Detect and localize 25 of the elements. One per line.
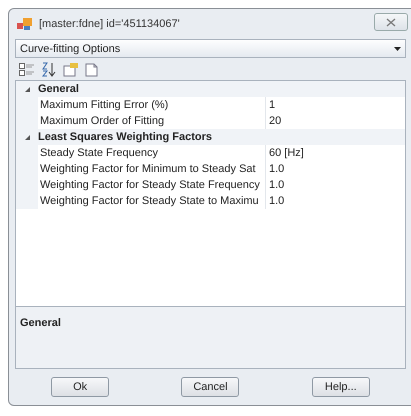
dropdown-arrow-icon[interactable] [394,46,401,50]
property-name: Weighting Factor for Steady State to Maximu [38,193,266,209]
property-pages-icon[interactable] [63,62,79,76]
close-icon[interactable] [386,18,396,26]
property-value[interactable]: 1.0 [266,179,284,191]
object-dropdown[interactable]: Curve-fitting Options [15,39,406,58]
property-value[interactable]: 20 [266,115,282,127]
category-label: General [38,83,79,95]
close-button[interactable] [374,13,408,31]
collapse-triangle-icon[interactable] [24,134,30,140]
document-icon[interactable] [85,62,99,76]
app-icon [17,17,33,31]
categorized-icon[interactable] [19,62,35,76]
property-value[interactable]: 1.0 [266,163,284,175]
description-title: General [20,317,61,329]
dialog-button[interactable]: Cancel [181,377,240,397]
collapse-triangle-icon[interactable] [24,86,30,92]
property-value[interactable]: 60 [Hz] [266,147,304,159]
window-title: [master:fdne] id='451134067' [39,18,181,30]
property-value[interactable]: 1.0 [266,195,284,207]
property-value[interactable]: 1 [266,99,276,111]
sort-alphabetical-icon[interactable] [41,62,57,76]
dialog-button[interactable]: Help... [312,377,370,397]
category-label: Least Squares Weighting Factors [38,131,212,143]
dialog-button[interactable]: Ok [51,377,110,397]
